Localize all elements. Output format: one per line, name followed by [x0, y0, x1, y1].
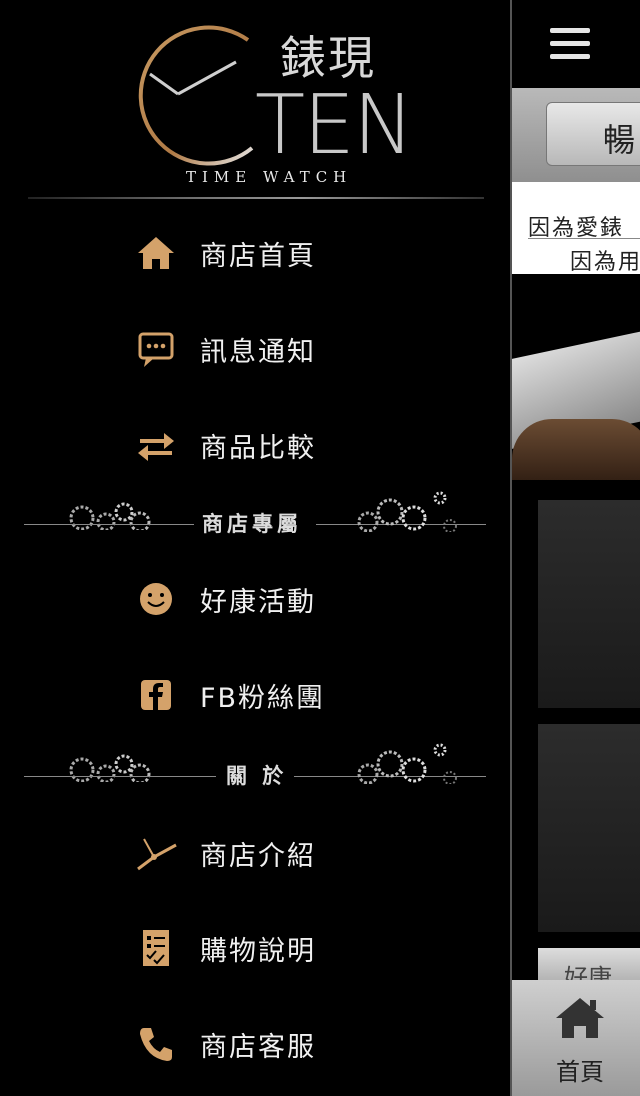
- section-header-about: 關 於: [24, 743, 486, 792]
- clock-hands-icon: [134, 831, 178, 875]
- banner-image[interactable]: [512, 274, 640, 480]
- side-drawer: 錶現 TEN TIME WATCH 商店首頁 訊息通知 商品比較 商店專屬 好康…: [0, 0, 510, 1096]
- home-icon: [134, 231, 178, 275]
- menu-item-fb-fanpage[interactable]: FB粉絲團: [0, 660, 510, 730]
- category-button-label: 暢: [603, 121, 636, 159]
- product-card[interactable]: [538, 500, 640, 708]
- slogan-divider: [528, 238, 640, 239]
- gears-right-icon: [357, 491, 457, 532]
- section-header-store: 商店專屬: [24, 491, 486, 540]
- logo-english-text: TEN: [255, 78, 414, 173]
- menu-item-compare[interactable]: 商品比較: [0, 410, 510, 480]
- logo-tagline: TIME WATCH: [186, 168, 353, 186]
- menu-item-store-intro[interactable]: 商店介紹: [0, 818, 510, 888]
- menu-item-label: 商店介紹: [200, 840, 316, 872]
- swap-arrows-icon: [134, 423, 178, 467]
- menu-item-label: FB粉絲團: [200, 682, 326, 714]
- bottom-nav-home-label: 首頁: [556, 1058, 604, 1086]
- section-line-left: [24, 524, 194, 525]
- menu-item-label: 商品比較: [200, 432, 316, 464]
- slogan-line-2: 因為用: [570, 250, 640, 275]
- store-logo: 錶現 TEN TIME WATCH: [0, 0, 510, 200]
- chat-icon: [134, 327, 178, 371]
- logo-divider: [28, 197, 484, 199]
- category-bar: 暢: [512, 88, 640, 182]
- hamburger-menu-icon[interactable]: [550, 28, 590, 62]
- smiley-icon: [134, 577, 178, 621]
- menu-item-label: 好康活動: [200, 586, 316, 618]
- menu-item-label: 商店客服: [200, 1031, 316, 1063]
- menu-item-promotions[interactable]: 好康活動: [0, 564, 510, 634]
- menu-item-label: 商店首頁: [200, 240, 316, 272]
- phone-icon: [134, 1022, 178, 1066]
- menu-item-store-home[interactable]: 商店首頁: [0, 218, 510, 288]
- gears-left-icon: [69, 754, 151, 782]
- home-icon: [554, 996, 606, 1044]
- product-card[interactable]: [538, 724, 640, 932]
- checklist-icon: [134, 926, 178, 970]
- bottom-nav-home[interactable]: 首頁: [512, 980, 640, 1096]
- menu-item-shopping-guide[interactable]: 購物說明: [0, 913, 510, 983]
- underlying-page: 暢 因為愛錶 因為用 好康 首頁: [510, 0, 640, 1096]
- gears-right-icon: [357, 743, 457, 784]
- slogan-area: 因為愛錶 因為用: [512, 182, 640, 275]
- menu-item-notifications[interactable]: 訊息通知: [0, 314, 510, 384]
- menu-item-customer-service[interactable]: 商店客服: [0, 1009, 510, 1079]
- gears-left-icon: [69, 502, 151, 530]
- facebook-icon: [134, 673, 178, 717]
- section-title-about: 關 於: [226, 764, 288, 788]
- section-line-left: [24, 776, 216, 777]
- menu-item-label: 購物說明: [200, 935, 316, 967]
- top-bar: [512, 0, 640, 88]
- menu-item-label: 訊息通知: [200, 336, 316, 368]
- section-title-store: 商店專屬: [202, 512, 302, 536]
- category-button[interactable]: 暢: [546, 102, 640, 166]
